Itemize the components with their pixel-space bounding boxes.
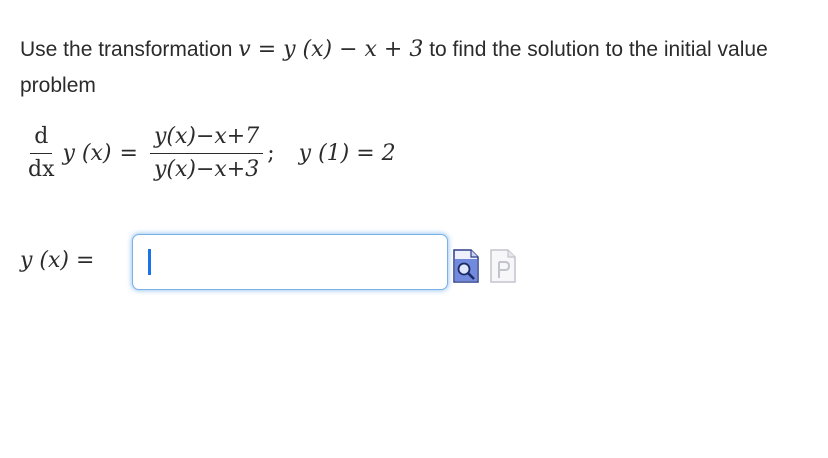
question-prompt: Use the transformation v = y (x) − x + 3… <box>20 32 820 104</box>
text-caret <box>148 249 151 275</box>
preview-magnifier-icon[interactable] <box>452 249 480 283</box>
rhs-denominator: y(x)−x+3 <box>153 156 260 182</box>
question-text-before: Use the transformation <box>20 38 239 61</box>
rhs-fraction: y(x)−x+7 y(x)−x+3 <box>149 124 264 183</box>
equals-sign: = <box>119 140 138 166</box>
equation-palette-icon[interactable] <box>489 249 517 283</box>
derivative-denominator: dx <box>28 156 55 182</box>
initial-condition: y (1) = 2 <box>298 140 396 166</box>
lhs-function: y (x) <box>62 140 112 166</box>
derivative-operator: d dx <box>24 124 59 183</box>
derivative-numerator: d <box>30 124 53 154</box>
ode-equation: d dx y (x) = y(x)−x+7 y(x)−x+3 ; y (1) =… <box>20 118 396 188</box>
rhs-numerator: y(x)−x+7 <box>149 124 264 154</box>
answer-input[interactable] <box>132 234 448 290</box>
answer-label: y (x) = <box>20 248 95 273</box>
transformation-expression: v = y (x) − x + 3 <box>238 37 424 62</box>
equation-separator: ; <box>267 140 275 166</box>
